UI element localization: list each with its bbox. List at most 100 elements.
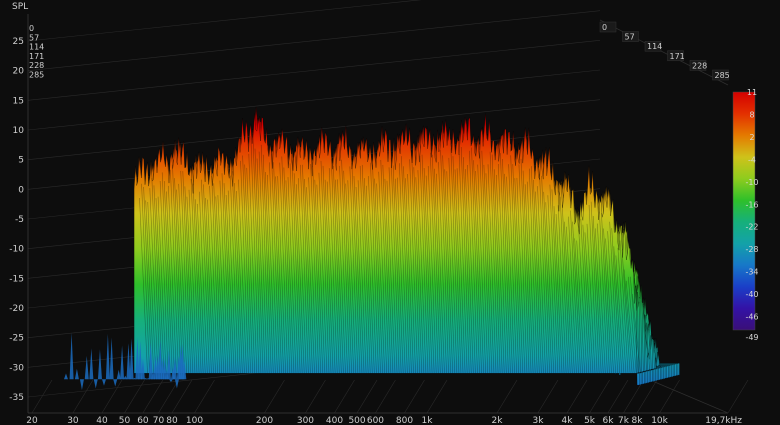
x-grid-line xyxy=(426,379,448,414)
y-tick-label: 5 xyxy=(18,156,24,166)
y-axis-label: SPL xyxy=(12,2,28,12)
colorbar-level-label: -16 xyxy=(745,200,758,209)
low-freq-spike xyxy=(63,373,68,380)
time-slice-label-left: 0 xyxy=(29,24,34,33)
x-tick-label: 80 xyxy=(166,416,178,425)
x-tick-label: 3k xyxy=(532,416,544,425)
low-freq-spike xyxy=(79,379,84,391)
x-grid-line xyxy=(171,379,193,414)
y-tick-label: -5 xyxy=(15,215,24,225)
time-slice-labels: 0 057 57114 114171 171228 228285 285 xyxy=(29,21,730,81)
time-slice-label-left: 171 xyxy=(29,52,44,61)
low-freq-spike xyxy=(120,345,125,380)
y-grid-line xyxy=(27,40,601,101)
y-tick-label: -30 xyxy=(9,363,24,373)
x-tick-label: 100 xyxy=(186,416,203,425)
low-freq-spike xyxy=(69,332,74,380)
x-grid-line xyxy=(566,379,588,414)
x-grid-line xyxy=(375,379,396,414)
x-tick-label: 300 xyxy=(297,416,314,425)
x-grid-line xyxy=(334,379,355,414)
y-tick-label: -25 xyxy=(9,334,24,344)
y-tick-label: -35 xyxy=(9,393,24,403)
low-freq-spike xyxy=(105,333,110,380)
y-tick-label: 25 xyxy=(13,37,24,47)
y-grid-line xyxy=(27,69,601,131)
x-tick-label: 19,7kHz xyxy=(705,416,742,425)
x-tick-label: 800 xyxy=(396,416,413,425)
y-tick-label: -20 xyxy=(9,304,24,314)
x-grid-line xyxy=(158,379,179,414)
x-grid-line xyxy=(496,379,518,414)
depth-floor-line xyxy=(649,379,729,414)
x-grid-line xyxy=(305,379,326,414)
low-freq-spike xyxy=(89,348,94,380)
colorbar-level-label: -46 xyxy=(745,313,758,322)
time-slice-label-left: 285 xyxy=(29,71,44,80)
y-grid-line xyxy=(27,10,601,71)
x-tick-label: 60 xyxy=(137,416,149,425)
colorbar-level-label: -10 xyxy=(745,178,758,187)
x-tick-label: 40 xyxy=(96,416,108,425)
x-grid-line xyxy=(356,379,378,414)
time-slice-label-depth: 114 xyxy=(647,42,662,51)
x-grid-line xyxy=(72,379,94,414)
waterfall-surface xyxy=(63,106,680,391)
x-grid-line xyxy=(142,379,164,414)
time-slice-label-depth: 228 xyxy=(692,61,707,70)
colorbar-level-label: -34 xyxy=(745,268,758,277)
x-tick-label: 2k xyxy=(492,416,504,425)
low-freq-spike xyxy=(129,338,134,380)
x-tick-label: 400 xyxy=(326,416,343,425)
x-grid-line xyxy=(537,379,559,414)
low-freq-spike xyxy=(174,379,179,389)
x-tick-label: 8k xyxy=(632,416,644,425)
y-tick-label: 0 xyxy=(18,185,24,195)
x-grid-line xyxy=(607,379,629,414)
low-freq-spike xyxy=(97,349,102,380)
x-tick-label: 20 xyxy=(26,416,38,425)
colorbar-level-label: -40 xyxy=(745,290,758,299)
time-slice-label-depth: 285 xyxy=(715,71,730,80)
colorbar-level-label: -22 xyxy=(745,223,758,232)
y-tick-label: 15 xyxy=(13,96,24,106)
x-grid-line xyxy=(124,379,145,414)
x-grid-line xyxy=(404,379,425,414)
time-slice-label-depth: 171 xyxy=(670,52,685,61)
colorbar-level-label: 11 xyxy=(747,88,757,97)
x-tick-label: 6k xyxy=(602,416,614,425)
waterfall-plot: SPL 2520151050-5-10-15-20-25-30-35 20 30 4… xyxy=(9,0,759,425)
colorbar-level-label: -4 xyxy=(748,155,756,164)
x-grid-line xyxy=(194,379,215,414)
x-tick-label: 70 xyxy=(153,416,165,425)
x-tick-label: 500 xyxy=(348,416,365,425)
time-slice-label-left: 114 xyxy=(29,43,44,52)
x-tick-label: 200 xyxy=(256,416,273,425)
low-freq-spike xyxy=(93,379,98,389)
x-tick-label: 30 xyxy=(67,416,79,425)
colorbar-level-label: 8 xyxy=(749,110,754,119)
y-tick-label: 10 xyxy=(13,126,25,136)
y-tick-label: -15 xyxy=(9,274,24,284)
x-tick-labels: 20 30 40 50 60 70 80 100 200 300 400 500 600 800 1k 2k 3… xyxy=(26,416,742,425)
colorbar-level-label: -49 xyxy=(745,333,758,342)
y-grid-line xyxy=(27,0,422,42)
x-tick-label: 50 xyxy=(119,416,131,425)
x-tick-label: 10k xyxy=(651,416,668,425)
colorbar-level-label: 2 xyxy=(749,133,754,142)
low-freq-spike xyxy=(116,369,121,380)
time-slice-label-left: 228 xyxy=(29,61,44,70)
x-tick-label: 4k xyxy=(562,416,574,425)
x-grid-line xyxy=(264,379,285,414)
colorbar-level-label: -28 xyxy=(745,245,758,254)
y-tick-label: 20 xyxy=(13,67,25,77)
time-slice-label-left: 57 xyxy=(29,33,39,42)
low-freq-spike xyxy=(101,379,106,386)
y-tick-label: -10 xyxy=(9,245,24,255)
x-grid-line xyxy=(101,379,123,414)
low-freq-spike xyxy=(84,355,89,380)
low-freq-spike xyxy=(113,379,118,387)
time-slice-label-depth: 0 xyxy=(602,23,607,32)
colorbar: 11 8 2 -4 -10 -16 -22 -28 -34 -40 -46 -49 xyxy=(732,88,759,342)
depth-axis-line xyxy=(599,19,729,86)
